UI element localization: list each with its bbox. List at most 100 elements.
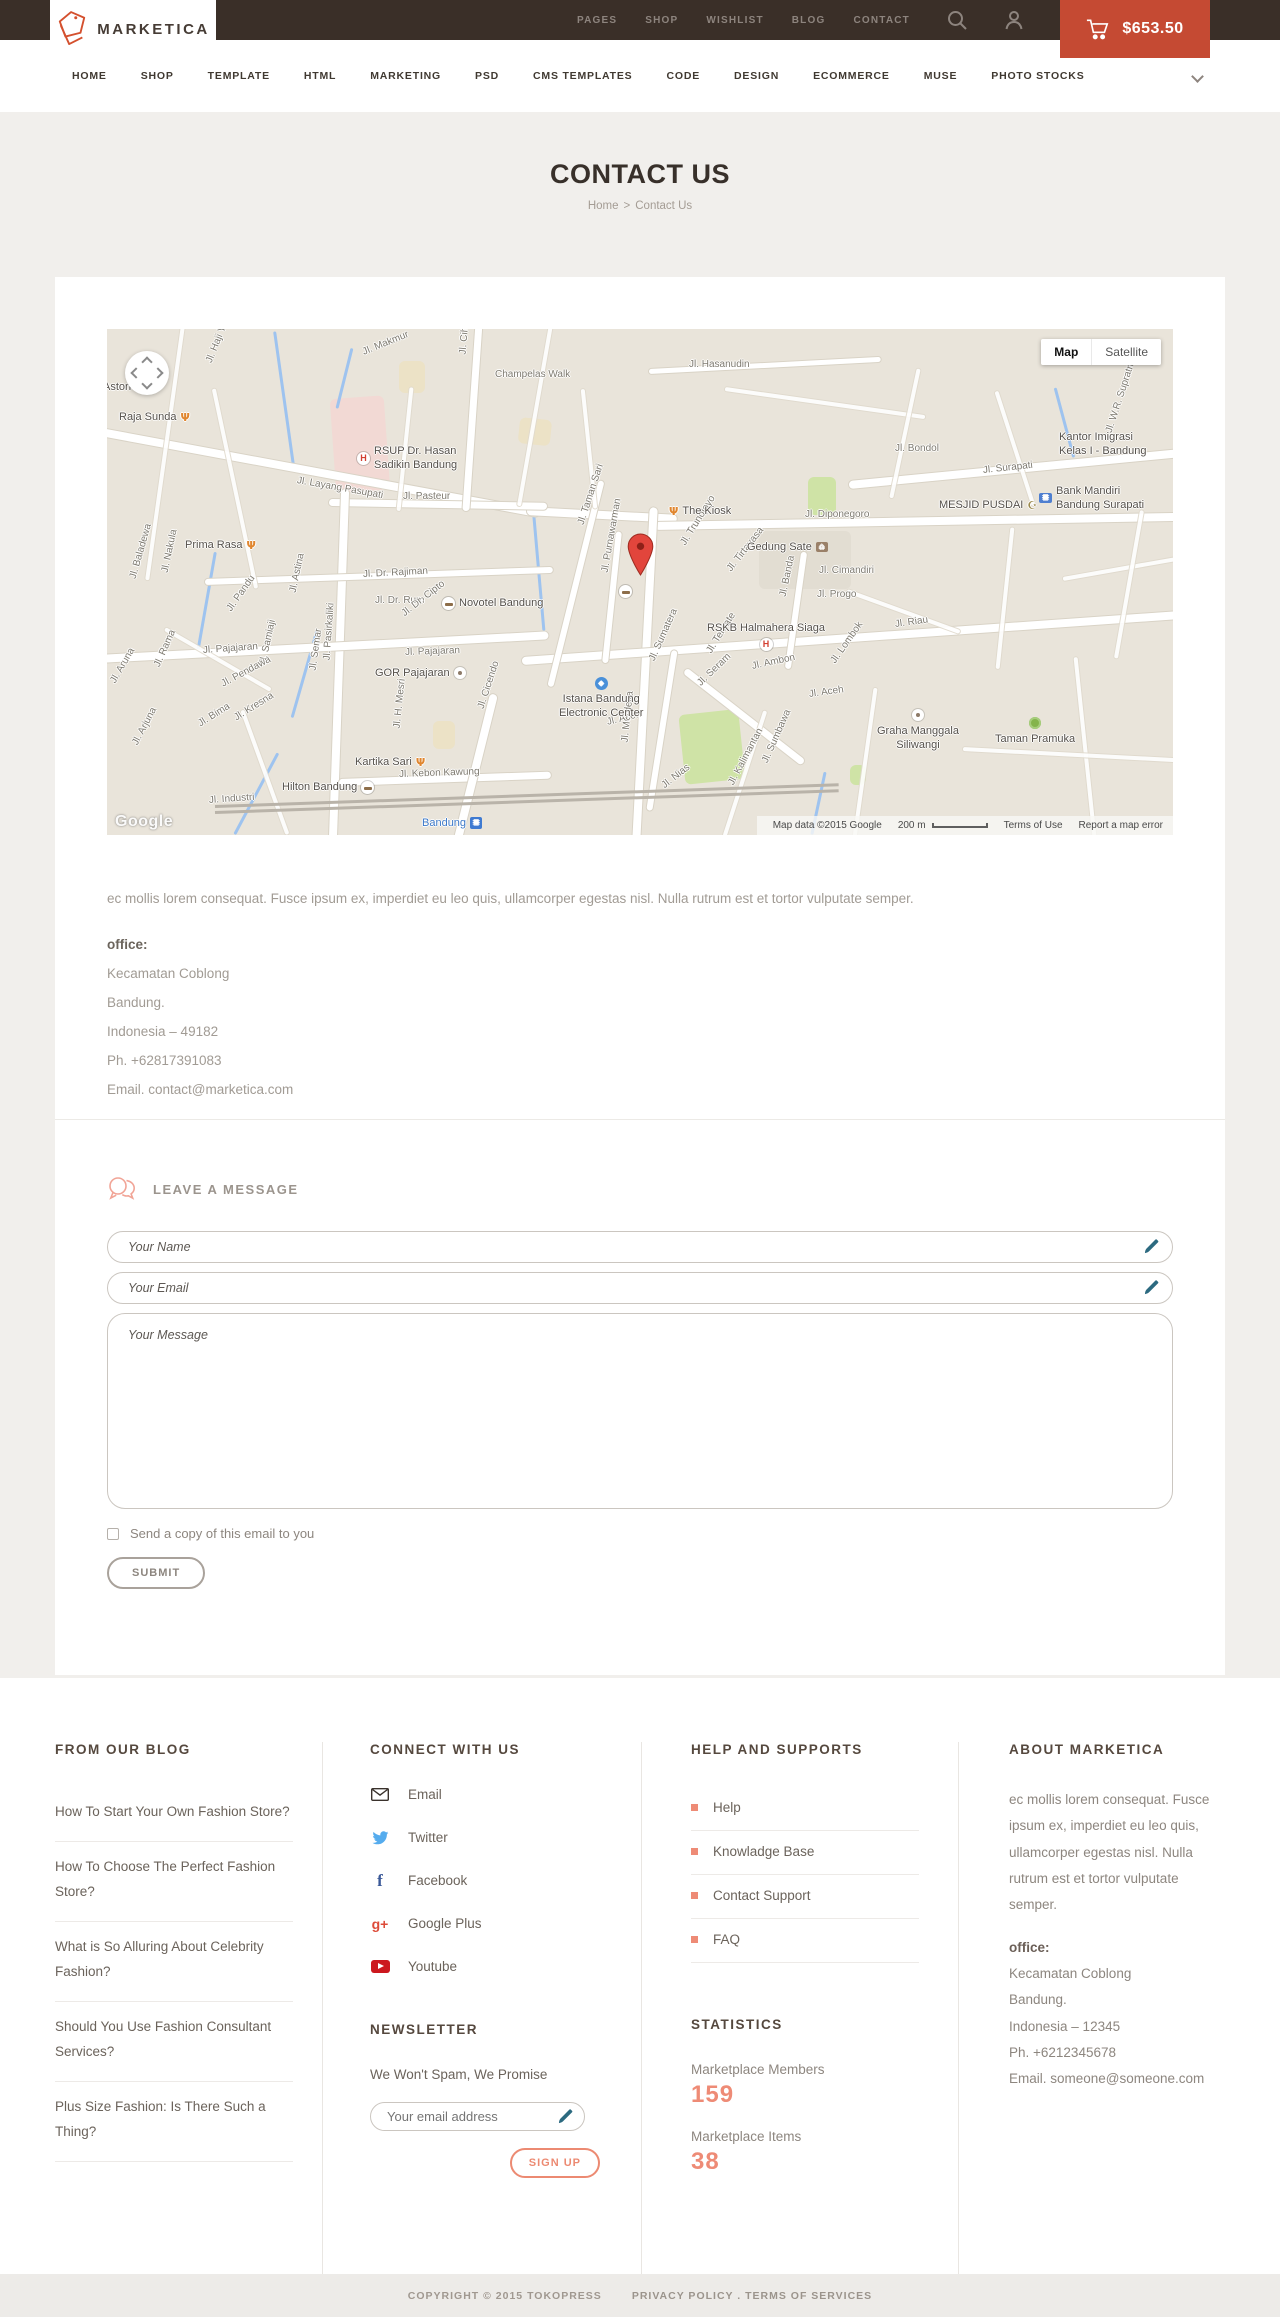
map-road <box>682 667 806 766</box>
map-road-label: Jl. Astina <box>287 552 307 594</box>
send-copy-row: Send a copy of this email to you <box>107 1526 1173 1541</box>
name-input[interactable] <box>107 1231 1173 1263</box>
map-area <box>399 361 425 393</box>
map-poi-label <box>619 585 632 599</box>
main-menu-item[interactable]: HTML <box>304 70 336 82</box>
social-link-twitter[interactable]: Twitter <box>370 1830 641 1845</box>
food-icon: Ψ <box>415 755 426 769</box>
legal-links: PRIVACY POLICY . TERMS OF SERVICES <box>631 2289 873 2302</box>
social-link-gplus[interactable]: g+ Google Plus <box>370 1916 641 1931</box>
youtube-icon <box>370 1960 390 1973</box>
menu-more-caret-icon[interactable] <box>1191 69 1204 83</box>
map-poi-label: Graha Manggala Siliwangi <box>877 709 959 752</box>
terms-of-services-link[interactable]: TERMS OF SERVICES <box>745 2290 872 2302</box>
about-address-line: Bandung. <box>1009 1992 1067 2008</box>
signup-button[interactable]: SIGN UP <box>509 2148 600 2178</box>
breadcrumb-home[interactable]: Home <box>588 200 619 212</box>
main-menu-item[interactable]: MUSE <box>924 70 958 82</box>
main-menu-item[interactable]: HOME <box>72 70 107 82</box>
food-icon: Ψ <box>669 504 679 518</box>
map-road-label: Jl. Cimandiri <box>819 565 875 576</box>
top-nav-item[interactable]: CONTACT <box>853 15 910 26</box>
map-marker-icon <box>627 533 654 576</box>
main-menu-item[interactable]: MARKETING <box>370 70 441 82</box>
message-textarea[interactable] <box>107 1313 1173 1509</box>
google-map[interactable]: Jl. Layang Pasupati Jl. Pasteur Jl. Pajaja… <box>107 329 1173 835</box>
blog-post-link[interactable]: How To Start Your Own Fashion Store? <box>55 1787 293 1842</box>
map-road <box>784 551 808 670</box>
train-icon: ≡ <box>470 817 483 831</box>
map-poi-label: MESJID PUSDAI ☪ <box>939 499 1037 513</box>
satellite-view-button[interactable]: Satellite <box>1092 339 1161 365</box>
map-poi-label: Novotel Bandung <box>442 597 543 611</box>
help-label: Contact Support <box>713 1888 811 1903</box>
main-menu-item[interactable]: PSD <box>475 70 499 82</box>
main-menu-item[interactable]: CMS TEMPLATES <box>533 70 632 82</box>
office-address-line: Indonesia – 49182 <box>107 1024 219 1040</box>
blog-post-link[interactable]: Plus Size Fashion: Is There Such a Thing… <box>55 2082 293 2162</box>
poi-text: RSKB Halmahera Siaga <box>707 622 826 634</box>
pan-down-icon[interactable] <box>141 378 153 390</box>
privacy-policy-link[interactable]: PRIVACY POLICY <box>632 2290 734 2302</box>
bottom-bar: COPYRIGHT © 2015 TOKOPRESS PRIVACY POLIC… <box>0 2274 1280 2317</box>
map-road-label: Jl. Pasteur <box>403 491 451 502</box>
map-road <box>328 499 548 510</box>
map-road-label: Jl. Kebon Kawung <box>398 766 480 780</box>
poi-text: Kantor Imigrasi Kelas I - Bandung <box>1059 431 1147 457</box>
map-area <box>329 395 391 493</box>
main-menu-item[interactable]: TEMPLATE <box>208 70 270 82</box>
help-link[interactable]: Knowladge Base <box>691 1831 919 1875</box>
map-road-label: Jl. Ambon <box>750 651 797 672</box>
email-input[interactable] <box>107 1272 1173 1304</box>
submit-button[interactable]: SUBMIT <box>107 1557 206 1589</box>
main-menu-item[interactable]: SHOP <box>141 70 174 82</box>
blog-post-link[interactable]: What is So Alluring About Celebrity Fash… <box>55 1922 293 2002</box>
blog-post-link[interactable]: Should You Use Fashion Consultant Servic… <box>55 2002 293 2082</box>
main-menu-item[interactable]: CODE <box>666 70 700 82</box>
map-road-label: Jl. Samiaji <box>257 618 278 666</box>
account-icon[interactable] <box>1003 9 1025 31</box>
hotel-icon <box>361 781 375 795</box>
map-road-label: Jl. Pajajaran <box>202 641 259 656</box>
social-link-email[interactable]: Email <box>370 1787 641 1802</box>
send-copy-checkbox[interactable] <box>107 1527 119 1540</box>
blog-post-link[interactable]: How To Choose The Perfect Fashion Store? <box>55 1842 293 1922</box>
map-attribution: Map data ©2015 Google 200 m Terms of Use… <box>756 816 1173 835</box>
newsletter-email-input[interactable] <box>370 2102 585 2131</box>
email-icon <box>370 1787 390 1802</box>
map-pan-control[interactable] <box>125 351 169 395</box>
map-road-minor <box>889 368 921 499</box>
social-link-youtube[interactable]: Youtube <box>370 1959 641 1974</box>
report-map-error-link[interactable]: Report a map error <box>1079 820 1163 831</box>
help-link[interactable]: Contact Support <box>691 1875 919 1919</box>
top-nav-item[interactable]: WISHLIST <box>706 15 763 26</box>
search-icon[interactable] <box>946 9 968 31</box>
pan-right-icon[interactable] <box>152 367 164 379</box>
poi-text: Bandung <box>422 817 467 829</box>
map-road-minor <box>517 329 553 507</box>
map-water <box>273 331 296 473</box>
help-link[interactable]: Help <box>691 1787 919 1831</box>
main-menu-item[interactable]: ECOMMERCE <box>813 70 890 82</box>
pan-left-icon[interactable] <box>130 367 142 379</box>
map-road-label: Jl. Makmur <box>360 329 411 358</box>
map-road-minor <box>164 627 272 692</box>
map-view-button[interactable]: Map <box>1041 339 1093 365</box>
top-nav-item[interactable]: PAGES <box>577 15 617 26</box>
top-nav-item[interactable]: BLOG <box>792 15 826 26</box>
help-link[interactable]: FAQ <box>691 1919 919 1963</box>
logo[interactable]: MARKETICA <box>50 0 216 58</box>
top-nav-item[interactable]: SHOP <box>645 15 678 26</box>
cart-total: $653.50 <box>1122 20 1184 37</box>
pan-up-icon[interactable] <box>141 356 153 368</box>
top-nav: PAGES SHOP WISHLIST BLOG CONTACT <box>577 0 910 40</box>
main-menu-item[interactable]: DESIGN <box>734 70 779 82</box>
social-link-facebook[interactable]: f Facebook <box>370 1872 641 1889</box>
office-address-line: Ph. +62817391083 <box>107 1053 222 1069</box>
cart-button[interactable]: $653.50 <box>1060 0 1210 58</box>
terms-of-use-link[interactable]: Terms of Use <box>1004 820 1063 831</box>
map-road-minor <box>846 589 961 634</box>
main-menu-item[interactable]: PHOTO STOCKS <box>991 70 1084 82</box>
map-road <box>462 329 483 512</box>
hotel-icon <box>619 585 632 599</box>
